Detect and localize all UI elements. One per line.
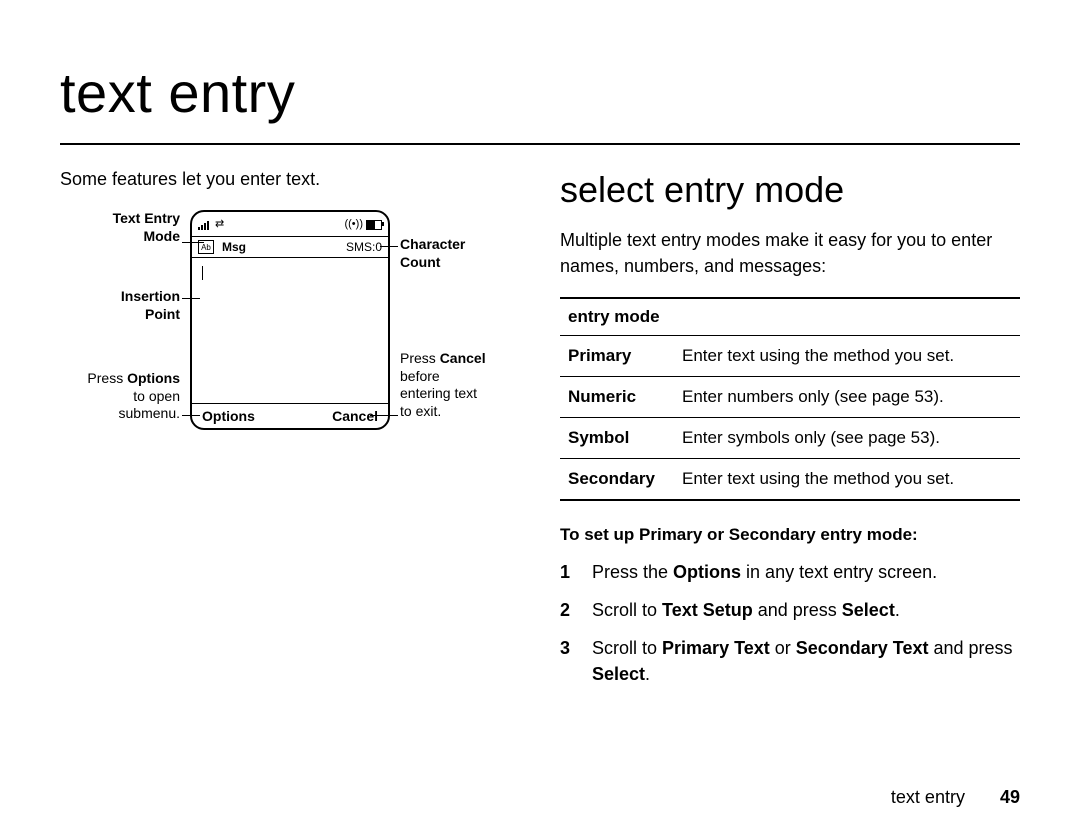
step-bold: Text Setup (662, 600, 753, 620)
callout-line: Count (400, 254, 440, 270)
sms-counter: SMS:0 (346, 240, 382, 254)
insertion-cursor (202, 266, 203, 280)
softkey-bar: Options Cancel (192, 403, 388, 428)
manual-page: text entry Some features let you enter t… (0, 0, 1080, 834)
callout-press-options: Press Options to open submenu. (60, 370, 180, 423)
softkey-cancel: Cancel (332, 408, 378, 424)
step-bold: Primary Text (662, 638, 770, 658)
mode-desc: Enter numbers only (see page 53). (674, 377, 1020, 418)
softkey-options: Options (202, 408, 255, 424)
leader-line (182, 415, 200, 416)
two-column-layout: Some features let you enter text. ⇄ ((•)… (60, 169, 1020, 694)
step-span: in any text entry screen. (741, 562, 937, 582)
left-column: Some features let you enter text. ⇄ ((•)… (60, 169, 520, 694)
step-item: 1 Press the Options in any text entry sc… (560, 553, 1020, 591)
callout-line: Character (400, 236, 465, 252)
section-heading: select entry mode (560, 169, 1020, 211)
callout-bold: Options (127, 370, 180, 386)
step-span: and press (928, 638, 1012, 658)
callout-character-count: Character Count (400, 236, 465, 271)
callout-line: Press (400, 350, 440, 366)
status-right: ((•)) (344, 219, 382, 230)
text-area (192, 258, 388, 406)
callout-line: to exit. (400, 403, 441, 419)
step-item: 3 Scroll to Primary Text or Secondary Te… (560, 629, 1020, 693)
callout-line: Mode (143, 228, 180, 244)
mode-desc: Enter symbols only (see page 53). (674, 418, 1020, 459)
table-row: Secondary Enter text using the method yo… (560, 459, 1020, 501)
battery-icon (366, 220, 382, 230)
step-bold: Select (592, 664, 645, 684)
page-number: 49 (1000, 787, 1020, 807)
step-number: 1 (560, 559, 574, 585)
steps-heading: To set up Primary or Secondary entry mod… (560, 525, 1020, 545)
divider (60, 143, 1020, 145)
page-footer: text entry 49 (891, 787, 1020, 808)
entry-mode-table: entry mode Primary Enter text using the … (560, 297, 1020, 501)
callout-bold: Cancel (440, 350, 486, 366)
callout-line: to open (133, 388, 180, 404)
callout-line: Text Entry (113, 210, 180, 226)
step-text: Press the Options in any text entry scre… (592, 559, 937, 585)
table-header: entry mode (560, 298, 1020, 336)
section-intro: Multiple text entry modes make it easy f… (560, 227, 1020, 279)
step-bold: Options (673, 562, 741, 582)
step-span: Press the (592, 562, 673, 582)
mode-name: Symbol (560, 418, 674, 459)
step-text: Scroll to Primary Text or Secondary Text… (592, 635, 1020, 687)
status-bar: ⇄ ((•)) (192, 212, 388, 237)
leader-line (380, 246, 398, 247)
phone-diagram: ⇄ ((•)) Ab Msg SMS:0 (60, 210, 520, 470)
callout-line: submenu. (119, 405, 180, 421)
leader-line (370, 415, 398, 416)
signal-icon (198, 220, 212, 230)
table-row: Primary Enter text using the method you … (560, 336, 1020, 377)
callout-line: Point (145, 306, 180, 322)
status-left: ⇄ (198, 219, 224, 230)
callout-line: Insertion (121, 288, 180, 304)
vibrate-icon: ((•)) (344, 219, 363, 230)
table-row: Symbol Enter symbols only (see page 53). (560, 418, 1020, 459)
callout-line: entering text (400, 385, 477, 401)
callout-line: Press (87, 370, 127, 386)
step-span: . (895, 600, 900, 620)
steps-list: 1 Press the Options in any text entry sc… (560, 553, 1020, 693)
callout-text-entry-mode: Text Entry Mode (60, 210, 180, 245)
step-bold: Select (842, 600, 895, 620)
step-bold: Secondary Text (796, 638, 929, 658)
msg-label: Msg (222, 240, 246, 254)
intro-text: Some features let you enter text. (60, 169, 520, 190)
mode-desc: Enter text using the method you set. (674, 459, 1020, 501)
step-span: Scroll to (592, 638, 662, 658)
callout-insertion-point: Insertion Point (60, 288, 180, 323)
callout-press-cancel: Press Cancel before entering text to exi… (400, 350, 486, 420)
step-span: Scroll to (592, 600, 662, 620)
data-icon: ⇄ (215, 219, 224, 230)
callout-line: before (400, 368, 440, 384)
page-title: text entry (60, 60, 1020, 125)
step-item: 2 Scroll to Text Setup and press Select. (560, 591, 1020, 629)
mode-name: Numeric (560, 377, 674, 418)
title-bar: Ab Msg SMS:0 (192, 237, 388, 258)
mode-desc: Enter text using the method you set. (674, 336, 1020, 377)
step-number: 2 (560, 597, 574, 623)
phone-screen: ⇄ ((•)) Ab Msg SMS:0 (190, 210, 390, 430)
leader-line (182, 298, 200, 299)
mode-name: Primary (560, 336, 674, 377)
step-span: . (645, 664, 650, 684)
table-row: Numeric Enter numbers only (see page 53)… (560, 377, 1020, 418)
step-text: Scroll to Text Setup and press Select. (592, 597, 900, 623)
mode-name: Secondary (560, 459, 674, 501)
right-column: select entry mode Multiple text entry mo… (560, 169, 1020, 694)
step-number: 3 (560, 635, 574, 687)
step-span: or (770, 638, 796, 658)
leader-line (182, 242, 204, 243)
footer-section-label: text entry (891, 787, 965, 807)
step-span: and press (753, 600, 842, 620)
